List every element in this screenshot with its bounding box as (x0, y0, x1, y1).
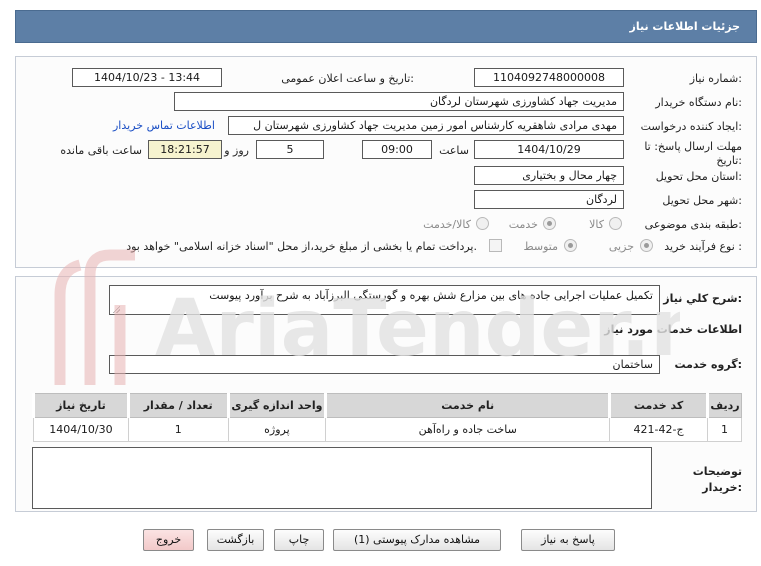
col-service-name: نام خدمت (324, 393, 611, 418)
deadline-date-field[interactable]: 1404/10/29 (474, 140, 624, 159)
contact-buyer-link[interactable]: اطلاعات تماس خریدار (113, 119, 215, 132)
col-quantity: تعداد / مقدار (126, 393, 229, 418)
deadline-label-date: تاریخ: (716, 154, 742, 167)
province-label: استان محل تحویل: (655, 170, 742, 183)
category-option-goods-service: کالا/خدمت (423, 218, 471, 231)
process-option-minor: جزیی (608, 240, 634, 253)
process-radio-medium[interactable] (564, 239, 577, 252)
deadline-time-label: ساعت (439, 144, 469, 157)
category-radio-goods-service[interactable] (476, 217, 489, 230)
summary-label: شرح کلي نياز: (663, 292, 742, 305)
buyer-notes-label: توضیحات (692, 465, 742, 478)
announce-date-field[interactable]: 1404/10/23 - 13:44 (72, 68, 222, 87)
summary-text: تکمیل عملیات اجرایی جاده های بین مزارع ش… (209, 289, 653, 302)
category-radio-service[interactable] (543, 217, 556, 230)
deadline-time-field[interactable]: 09:00 (362, 140, 432, 159)
col-row-number: ردیف (705, 393, 743, 418)
cell-row-number: 1 (706, 417, 743, 442)
process-radio-minor[interactable] (640, 239, 653, 252)
category-radio-goods[interactable] (609, 217, 622, 230)
exit-button[interactable]: خروج (143, 529, 194, 551)
cell-need-date: 1404/10/30 (33, 417, 129, 442)
category-option-service: خدمت (508, 218, 538, 231)
cell-service-code: ج-42-421 (609, 417, 708, 442)
services-table-header: تاریخ نیاز تعداد / مقدار واحد اندازه گیر… (32, 393, 743, 418)
col-need-date: تاریخ نیاز (32, 393, 129, 418)
service-group-field[interactable]: ساختمان (109, 355, 660, 374)
page-title: جزئیات اطلاعات نیاز (629, 20, 741, 33)
remaining-days-field[interactable]: 5 (256, 140, 324, 159)
remaining-time-field[interactable]: 18:21:57 (148, 140, 222, 159)
remaining-time-label: ساعت باقی مانده (60, 144, 142, 157)
process-option-medium: متوسط (523, 240, 558, 253)
announce-date-label: تاریخ و ساعت اعلان عمومی: (281, 72, 414, 85)
need-services-panel: شرح کلي نياز: تکمیل عملیات اجرایی جاده ه… (15, 276, 757, 512)
buyer-notes-label-2: خریدار: (702, 481, 742, 494)
creator-field[interactable]: مهدی مرادی شاهقریه کارشناس امور زمین مدی… (228, 116, 624, 135)
need-number-field[interactable]: 1104092748000008 (474, 68, 624, 87)
treasury-payment-note: پرداخت تمام یا بخشی از مبلغ خرید،از محل … (126, 240, 477, 253)
service-group-label: گروه خدمت: (674, 358, 742, 371)
resize-grip-icon[interactable] (112, 305, 120, 313)
deadline-label: مهلت ارسال پاسخ: تا (644, 140, 742, 153)
col-unit: واحد اندازه گیری (226, 393, 327, 418)
cell-service-name: ساخت جاده و راه‌آهن (325, 417, 611, 442)
need-number-label: شماره نیاز: (689, 72, 742, 85)
services-table: تاریخ نیاز تعداد / مقدار واحد اندازه گیر… (32, 393, 743, 442)
city-label: شهر محل تحویل: (662, 194, 742, 207)
col-service-code: کد خدمت (608, 393, 708, 418)
back-button[interactable]: بازگشت (207, 529, 264, 551)
cell-quantity: 1 (127, 417, 229, 442)
print-button[interactable]: چاپ (274, 529, 324, 551)
province-field[interactable]: چهار محال و بختیاری (474, 166, 624, 185)
need-info-panel: شماره نیاز: 1104092748000008 تاریخ و ساع… (15, 56, 757, 268)
services-section-title: اطلاعات خدمات مورد نیاز (604, 323, 742, 336)
table-row[interactable]: 1404/10/30 1 پروژه ساخت جاده و راه‌آهن ج… (33, 417, 743, 442)
reply-button[interactable]: پاسخ به نیاز (521, 529, 615, 551)
buyer-org-label: نام دستگاه خریدار: (655, 96, 742, 109)
view-attachments-button[interactable]: مشاهده مدارک پیوستی (1) (333, 529, 501, 551)
category-label: طبقه بندی موضوعی: (644, 218, 742, 231)
title-bar: جزئیات اطلاعات نیاز (15, 10, 757, 43)
buyer-org-field[interactable]: مدیریت جهاد کشاورزی شهرستان لردگان (174, 92, 624, 111)
buyer-notes-field[interactable] (32, 447, 652, 509)
category-option-goods: کالا (589, 218, 604, 231)
summary-field[interactable]: تکمیل عملیات اجرایی جاده های بین مزارع ش… (109, 285, 660, 315)
city-field[interactable]: لردگان (474, 190, 624, 209)
treasury-payment-checkbox[interactable] (489, 239, 502, 252)
process-type-label: نوع فرآیند خرید : (664, 240, 742, 253)
need-details-page: جزئیات اطلاعات نیاز شماره نیاز: 11040927… (0, 0, 761, 566)
creator-label: ایجاد کننده درخواست: (640, 120, 742, 133)
days-label: روز و (224, 144, 249, 157)
cell-unit: پروژه (227, 417, 327, 442)
